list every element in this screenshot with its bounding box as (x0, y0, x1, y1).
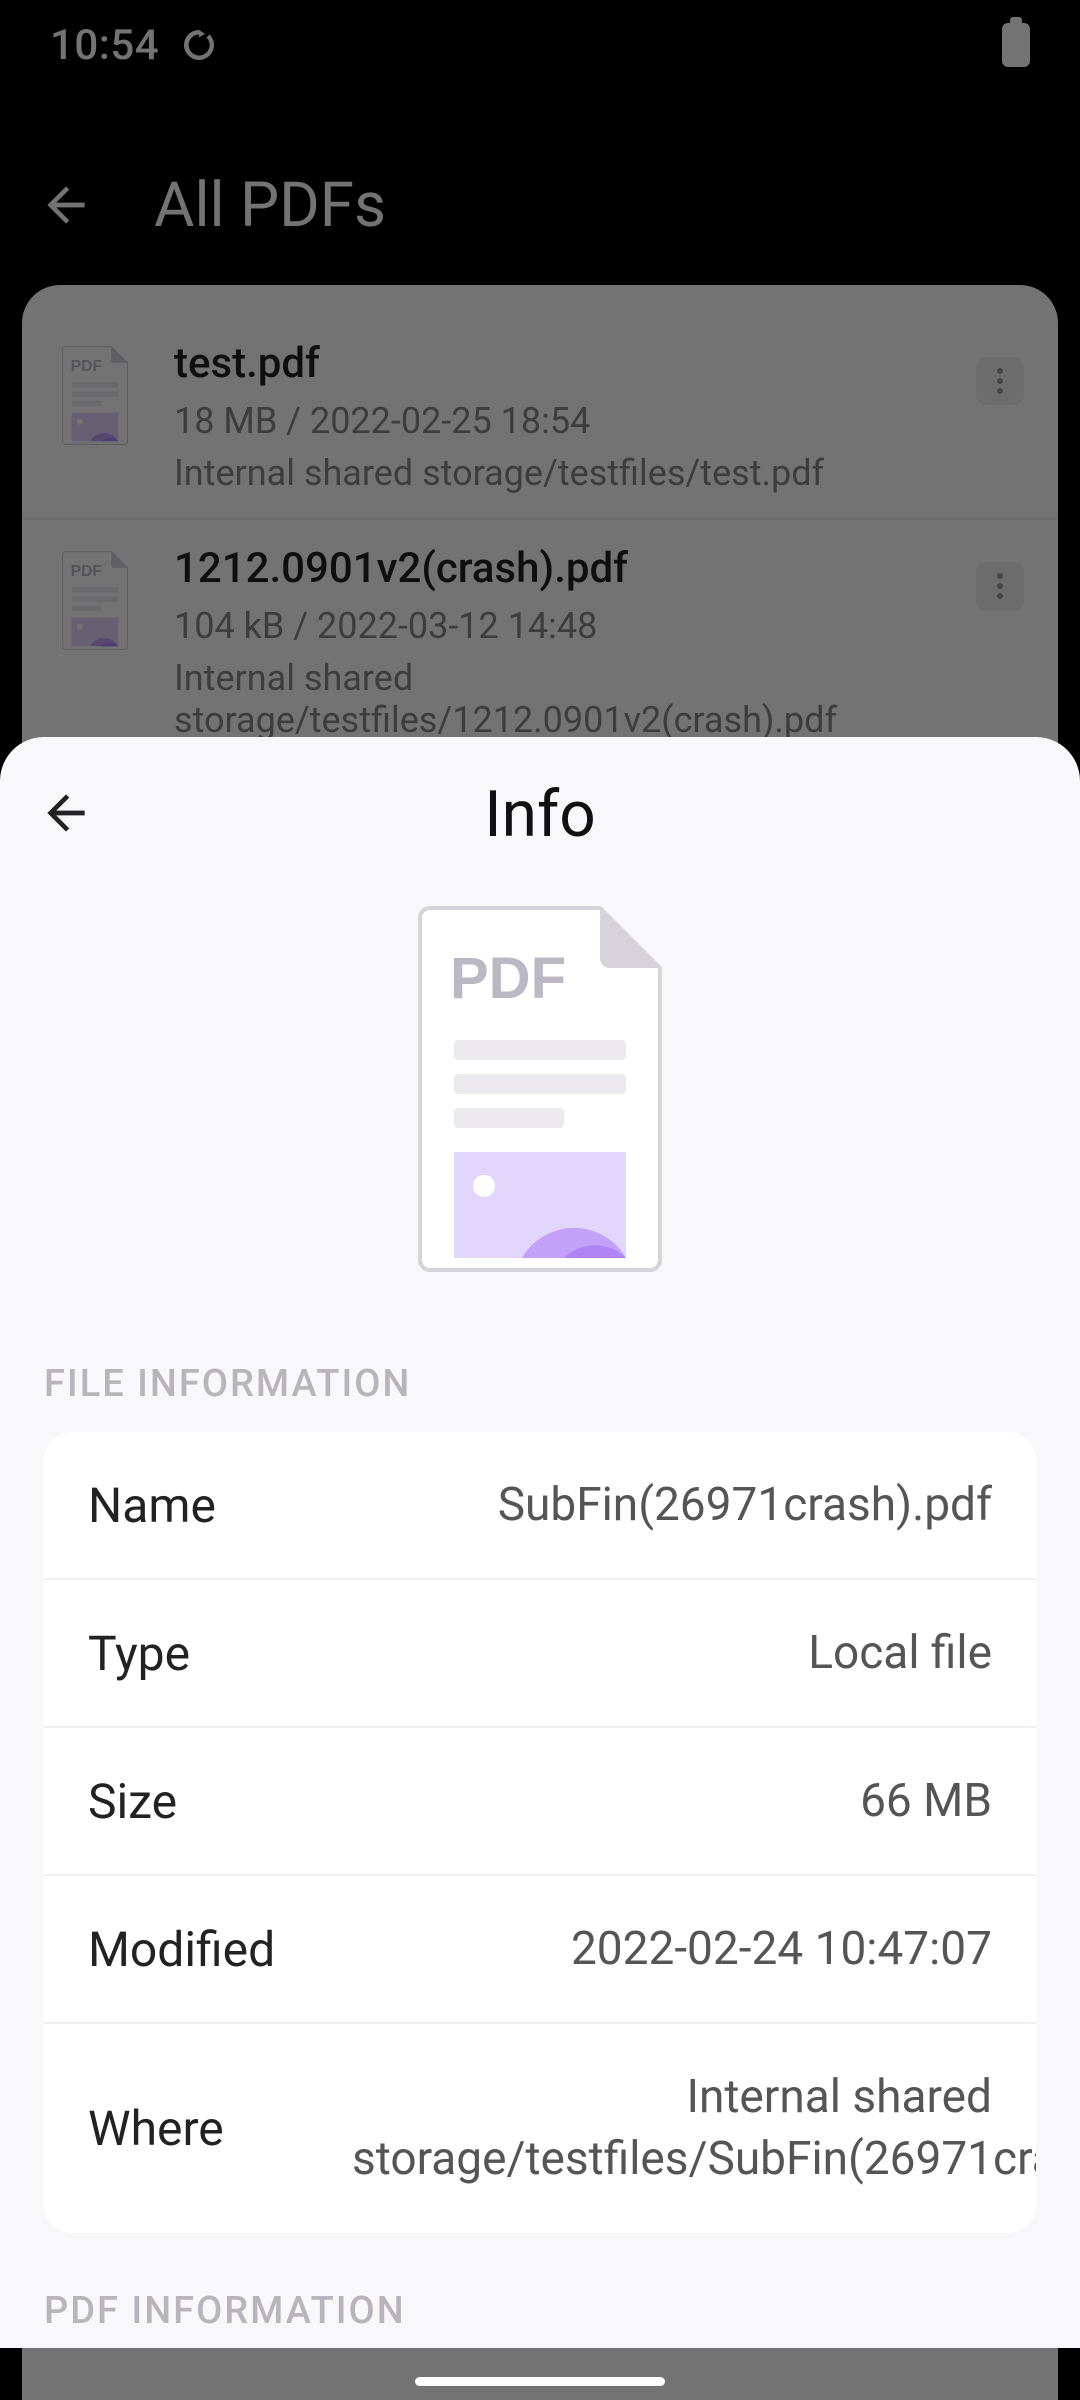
pdf-file-icon (414, 902, 666, 1272)
info-row-where: Where Internal shared storage/testfiles/… (44, 2022, 1036, 2232)
sheet-header: Info (0, 737, 1080, 892)
info-row-size: Size 66 MB (44, 1726, 1036, 1874)
info-key: Size (88, 1773, 177, 1830)
info-key: Where (88, 2100, 224, 2157)
sheet-body[interactable]: FILE INFORMATION Name SubFin(26971crash)… (0, 892, 1080, 2348)
info-key: Name (88, 1477, 216, 1534)
section-file-info: FILE INFORMATION (44, 1362, 1036, 1406)
info-row-modified: Modified 2022-02-24 10:47:07 (44, 1874, 1036, 2022)
info-row-name: Name SubFin(26971crash).pdf (44, 1432, 1036, 1578)
info-val: SubFin(26971crash).pdf (498, 1474, 992, 1536)
info-row-type: Type Local file (44, 1578, 1036, 1726)
sheet-back-button[interactable] (38, 785, 94, 845)
info-val: 66 MB (860, 1770, 992, 1832)
nav-handle[interactable] (415, 2377, 665, 2386)
info-key: Modified (88, 1921, 275, 1978)
info-val: Local file (808, 1622, 992, 1684)
info-val: 2022-02-24 10:47:07 (571, 1918, 992, 1980)
info-sheet: Info FILE INFORMATION Name SubFin(26971c… (0, 737, 1080, 2348)
file-info-card: Name SubFin(26971crash).pdf Type Local f… (44, 1432, 1036, 2233)
info-val: Internal shared storage/testfiles/SubFin… (352, 2066, 992, 2190)
section-pdf-info: PDF INFORMATION (44, 2289, 1036, 2333)
sheet-title: Info (484, 777, 596, 852)
info-key: Type (88, 1625, 190, 1682)
